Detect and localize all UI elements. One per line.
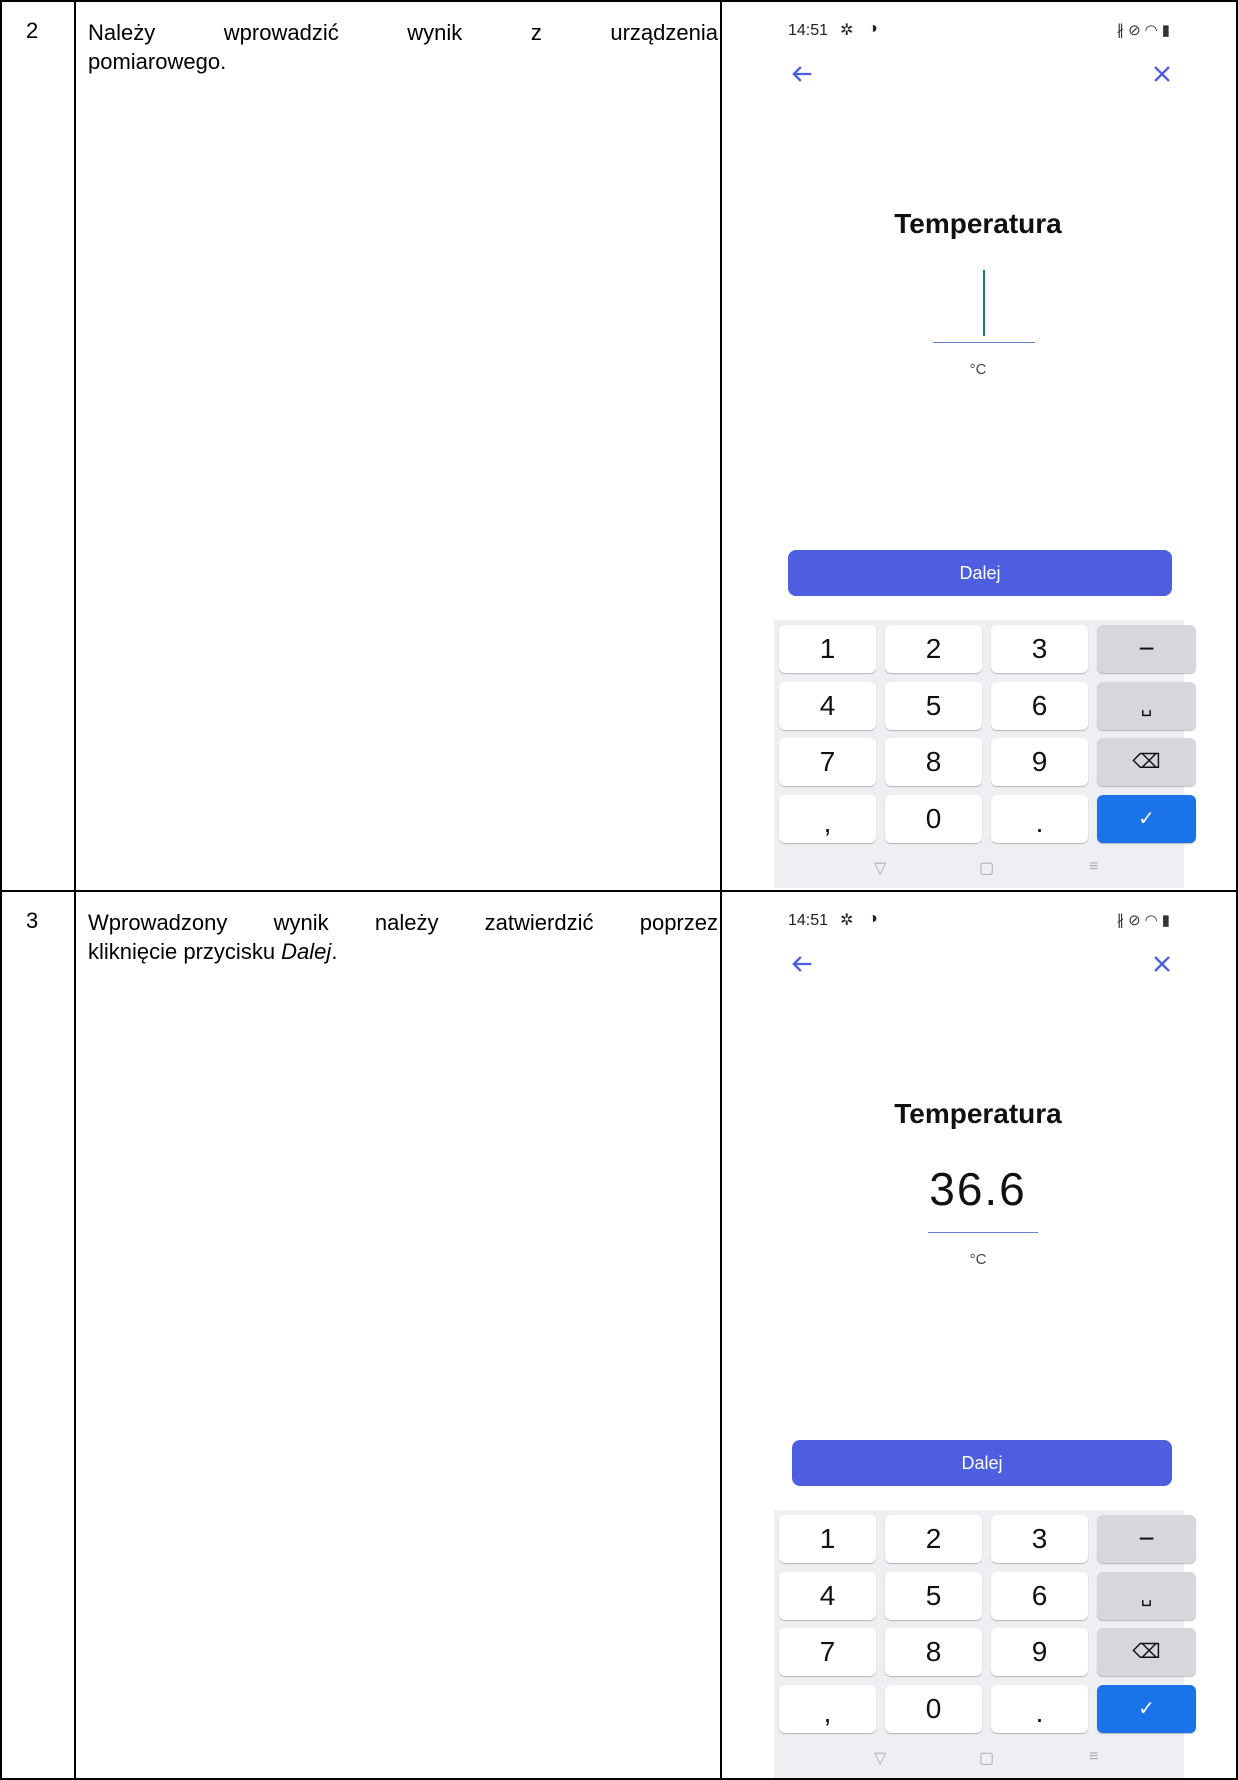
gear-icon: ✲	[840, 22, 854, 39]
value-input[interactable]	[928, 1232, 1038, 1233]
system-navigation-bar: ▽ ▢ ≡	[774, 1742, 1184, 1778]
nav-menu-icon[interactable]: ≡	[1089, 858, 1098, 876]
key-4[interactable]: 4	[779, 1572, 876, 1620]
status-icons: ∦⊘◠▮	[1117, 911, 1174, 929]
key-8[interactable]: 8	[885, 1628, 982, 1676]
arrow-left-icon[interactable]	[788, 950, 816, 978]
key-8[interactable]: 8	[885, 738, 982, 786]
status-icons: ∦⊘◠▮	[1117, 21, 1174, 39]
next-button[interactable]: Dalej	[788, 550, 1172, 596]
nav-back-triangle-icon[interactable]: ▽	[874, 1748, 886, 1768]
key-9[interactable]: 9	[991, 1628, 1088, 1676]
text-fragment: kliknięcie przycisku	[88, 939, 282, 964]
next-button[interactable]: Dalej	[792, 1440, 1172, 1486]
sync-icon: ◑	[868, 20, 878, 37]
key-2[interactable]: 2	[885, 1515, 982, 1563]
numeric-keyboard: 1 2 3 − 4 5 6 ␣ 7 8 9 ⌫ , 0 . ✓ ▽ ▢ ≡	[774, 620, 1196, 888]
status-bar: 14:51 ✲ ◑ ∦⊘◠▮	[730, 12, 1226, 52]
key-3[interactable]: 3	[991, 1515, 1088, 1563]
phone-screenshot: 14:51 ✲ ◑ ∦⊘◠▮ Temperatura °C Dalej 1 2 …	[730, 12, 1226, 888]
value-input[interactable]	[933, 342, 1035, 343]
numeric-keyboard: 1 2 3 − 4 5 6 ␣ 7 8 9 ⌫ , 0 . ✓ ▽ ▢ ≡	[774, 1510, 1196, 1778]
row-number: 2	[26, 18, 39, 43]
close-icon[interactable]	[1148, 60, 1176, 88]
period-key[interactable]: .	[991, 795, 1088, 843]
battery-icon: ▮	[1161, 22, 1174, 39]
period-key[interactable]: .	[991, 1685, 1088, 1733]
mute-icon: ⊘	[1128, 912, 1145, 929]
nav-menu-icon[interactable]: ≡	[1089, 1748, 1098, 1766]
wifi-icon: ◠	[1144, 912, 1162, 929]
text-cursor	[983, 270, 985, 336]
bluetooth-icon: ∦	[1116, 912, 1129, 929]
sync-icon: ◑	[868, 910, 878, 927]
close-icon[interactable]	[1148, 950, 1176, 978]
gear-icon: ✲	[840, 912, 854, 929]
row-number: 3	[26, 908, 39, 933]
mute-icon: ⊘	[1128, 22, 1145, 39]
key-6[interactable]: 6	[991, 682, 1088, 730]
nav-home-icon[interactable]: ▢	[979, 858, 994, 878]
unit-label: °C	[969, 1251, 987, 1268]
table-border-top	[0, 0, 1238, 2]
confirm-key[interactable]: ✓	[1097, 795, 1196, 843]
unit-label: °C	[969, 361, 987, 378]
key-7[interactable]: 7	[779, 738, 876, 786]
field-title: Temperatura	[894, 1098, 1062, 1129]
key-1[interactable]: 1	[779, 1515, 876, 1563]
key-0[interactable]: 0	[885, 795, 982, 843]
key-0[interactable]: 0	[885, 1685, 982, 1733]
value-display[interactable]: 36.6	[730, 1162, 1226, 1216]
step-description-line: Należy wprowadzić wynik z urządzenia	[88, 20, 718, 45]
step-description-line: Wprowadzony wynik należy zatwierdzić pop…	[88, 910, 718, 935]
emphasis: Dalej	[281, 939, 332, 964]
space-key[interactable]: ␣	[1097, 1572, 1196, 1620]
text-fragment: .	[331, 939, 338, 964]
comma-key[interactable]: ,	[779, 795, 876, 843]
status-time: 14:51	[788, 912, 829, 929]
confirm-key[interactable]: ✓	[1097, 1685, 1196, 1733]
table-row-divider	[0, 890, 1238, 892]
table-col-divider	[74, 0, 76, 1780]
phone-screenshot: 14:51 ✲ ◑ ∦⊘◠▮ Temperatura 36.6 °C Dalej…	[730, 902, 1226, 1778]
key-6[interactable]: 6	[991, 1572, 1088, 1620]
key-9[interactable]: 9	[991, 738, 1088, 786]
space-key[interactable]: ␣	[1097, 682, 1196, 730]
step-description-line: kliknięcie przycisku Dalej.	[88, 937, 718, 966]
comma-key[interactable]: ,	[779, 1685, 876, 1733]
key-4[interactable]: 4	[779, 682, 876, 730]
status-time: 14:51	[788, 22, 829, 39]
minus-key[interactable]: −	[1097, 1515, 1196, 1563]
minus-key[interactable]: −	[1097, 625, 1196, 673]
key-3[interactable]: 3	[991, 625, 1088, 673]
table-border-left	[0, 0, 2, 1780]
key-2[interactable]: 2	[885, 625, 982, 673]
battery-icon: ▮	[1161, 912, 1174, 929]
nav-back-triangle-icon[interactable]: ▽	[874, 858, 886, 878]
wifi-icon: ◠	[1144, 22, 1162, 39]
key-5[interactable]: 5	[885, 682, 982, 730]
field-title: Temperatura	[894, 208, 1062, 239]
bluetooth-icon: ∦	[1116, 22, 1129, 39]
step-description-line: pomiarowego.	[88, 49, 227, 74]
table-col-divider	[720, 0, 722, 1780]
nav-home-icon[interactable]: ▢	[979, 1748, 994, 1768]
key-7[interactable]: 7	[779, 1628, 876, 1676]
arrow-left-icon[interactable]	[788, 60, 816, 88]
key-1[interactable]: 1	[779, 625, 876, 673]
backspace-key[interactable]: ⌫	[1097, 738, 1196, 786]
key-5[interactable]: 5	[885, 1572, 982, 1620]
status-bar: 14:51 ✲ ◑ ∦⊘◠▮	[730, 902, 1226, 942]
system-navigation-bar: ▽ ▢ ≡	[774, 852, 1184, 888]
backspace-key[interactable]: ⌫	[1097, 1628, 1196, 1676]
